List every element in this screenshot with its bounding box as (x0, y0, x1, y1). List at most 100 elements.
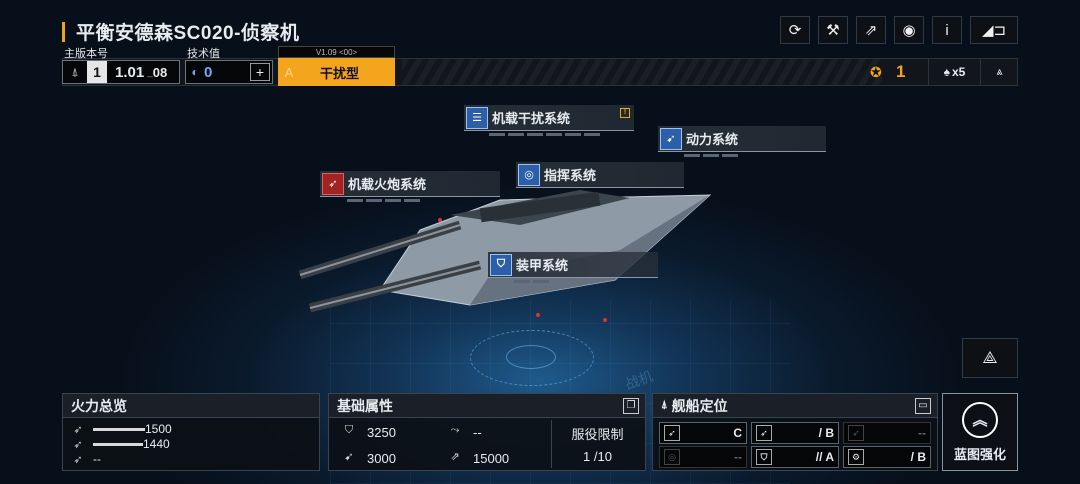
service-limit-label: 服役限制 (571, 427, 624, 442)
base-attributes-header: 基础属性 ❐ (329, 394, 645, 418)
target-icon: ◎ (518, 163, 540, 186)
multiplier-value: x5 (952, 65, 966, 79)
system-cannon-label: 机载火炮系统 (348, 177, 427, 192)
position-grade: -- (918, 426, 926, 440)
position-grade: / B (818, 426, 834, 440)
weapon-icon: ➶ (848, 425, 864, 441)
ship-type-label: 干扰型 (320, 65, 360, 81)
rank-icon: ⟁ (982, 348, 998, 367)
system-jamming-slots (489, 133, 600, 136)
info-button[interactable]: i (932, 16, 962, 44)
firepower-panel[interactable]: 火力总览 ➶ 1500 ➶ 1440 ➶ -- (62, 393, 320, 471)
system-jamming[interactable]: ☰ 机载干扰系统 ! (464, 105, 634, 131)
position-cell: ➶ C (659, 422, 747, 444)
service-limit-value: 1 /10 (583, 449, 612, 464)
evasion-stat: ⤳ -- (447, 424, 482, 440)
speed-stat: ⇗ 15000 (447, 450, 509, 466)
position-cell: ➶ -- (843, 422, 931, 444)
shield-icon: ⛉ (344, 424, 354, 436)
system-command-label: 指挥系统 (544, 168, 597, 183)
firepower-header: 火力总览 (63, 394, 319, 418)
position-grade: C (733, 426, 742, 440)
system-armor[interactable]: ⛉ 装甲系统 (488, 252, 658, 278)
system-power-slots (684, 154, 738, 157)
ship-version: V1.09 <00> (278, 46, 395, 58)
ship-type-tag: A 干扰型 (278, 58, 395, 86)
toggle-icon[interactable]: ▭ (915, 398, 931, 414)
gear-icon: ⚙ (848, 449, 864, 465)
system-power-label: 动力系统 (686, 132, 739, 147)
position-grade: -- (734, 450, 742, 464)
expand-icon[interactable]: ❐ (623, 398, 639, 414)
tech-label: 技术值 (187, 48, 220, 60)
weapon-icon: ➶ (664, 425, 680, 441)
position-cell: ⚙ / B (843, 446, 931, 468)
back-icon: ◢⊐ (981, 22, 1007, 39)
version-box: ⍋ 1 1.01 _ 08 (62, 60, 180, 84)
position-grade: / B (910, 450, 926, 464)
tech-box: ◐ 0 + (185, 60, 273, 84)
positioning-title: 舰船定位 (671, 397, 728, 414)
positioning-header: ⍋ 舰船定位 ▭ (653, 394, 937, 418)
rocket-icon: ⍋ (71, 64, 79, 79)
target-icon: ◎ (664, 449, 680, 465)
weapon-icon: ➶ (756, 425, 772, 441)
refresh-icon: ⟳ (788, 22, 802, 39)
weapon-icon: ➶ (73, 438, 83, 451)
speed-value: 15000 (473, 450, 510, 466)
blueprint-upgrade-button[interactable]: ︽ 蓝图强化 (942, 393, 1018, 471)
weapon-icon: ➶ (73, 453, 83, 466)
shield-icon: ⛉ (490, 253, 512, 276)
firepower-row: ➶ -- (71, 452, 101, 466)
firepower-row: ➶ 1500 (71, 422, 172, 436)
info-strip: 主版本号 ⍋ 1 1.01 _ 08 技术值 ◐ 0 + V1.09 <00> … (62, 46, 1018, 86)
refresh-button[interactable]: ⟳ (780, 16, 810, 44)
view-button[interactable]: ◉ (894, 16, 924, 44)
system-cannon[interactable]: ➶ 机载火炮系统 (320, 171, 500, 197)
armor-icon: ➹ (344, 451, 354, 463)
firepower-bar (93, 427, 145, 431)
firepower-row: ➶ 1440 (71, 437, 170, 451)
toolbar: ⟳ ⚒ ⇗ ◉ i ◢⊐ (780, 16, 1018, 44)
ship-icon: ⍋ (661, 399, 668, 411)
decorative-stripes (402, 59, 882, 85)
speed-icon: ⇗ (450, 451, 460, 463)
position-cell: ◎ -- (659, 446, 747, 468)
system-cannon-slots (347, 199, 420, 202)
faction-icon: ✪ (870, 64, 882, 80)
evasion-value: -- (473, 424, 482, 440)
firepower-bar (93, 442, 143, 446)
title-bar: 平衡安德森SC020-侦察机 (62, 18, 299, 45)
hp-stat: ⛉ 3250 (341, 424, 396, 440)
back-button[interactable]: ◢⊐ (970, 16, 1018, 44)
positioning-panel[interactable]: ⍋ 舰船定位 ▭ ➶ C ➶ / B ➶ -- ◎ -- ⛉// A ⚙ / B (652, 393, 938, 471)
base-attributes-title: 基础属性 (337, 397, 393, 414)
cannon-icon: ➶ (322, 172, 344, 195)
weapon-icon: ➶ (73, 423, 83, 436)
hp-value: 3250 (367, 424, 396, 440)
version-sub: 08 (152, 64, 168, 80)
multiplier-box: ♠ x5 (928, 58, 980, 86)
base-attributes-panel[interactable]: 基础属性 ❐ ⛉ 3250 ⤳ -- ➹ 3000 ⇗ 15000 服役限制 1… (328, 393, 646, 471)
external-link-button[interactable]: ⇗ (856, 16, 886, 44)
blueprint-upgrade-label: 蓝图强化 (953, 446, 1006, 462)
firepower-value: 1440 (143, 437, 170, 451)
firepower-value: -- (93, 452, 101, 466)
position-cell: ➶ / B (751, 422, 839, 444)
tool-button[interactable]: ⚒ (818, 16, 848, 44)
grade-letter: A (284, 64, 294, 80)
rank-button[interactable]: ⟁ (962, 338, 1018, 378)
system-jamming-label: 机载干扰系统 (492, 111, 571, 126)
shield-icon: ⛉ (756, 449, 772, 465)
system-command[interactable]: ◎ 指挥系统 (516, 162, 684, 188)
tech-add-button[interactable]: + (250, 63, 270, 81)
drop-icon: ♠ (943, 65, 950, 79)
tech-icon: ◐ (191, 65, 199, 79)
chevron-up-icon: ︽ (962, 401, 998, 438)
version-number: 1 (87, 61, 107, 83)
system-power[interactable]: ➹ 动力系统 (658, 126, 826, 152)
firepower-value: 1500 (145, 422, 172, 436)
view-icon: ◉ (902, 22, 916, 39)
firepower-title: 火力总览 (71, 397, 127, 414)
position-grade: // A (815, 450, 834, 464)
